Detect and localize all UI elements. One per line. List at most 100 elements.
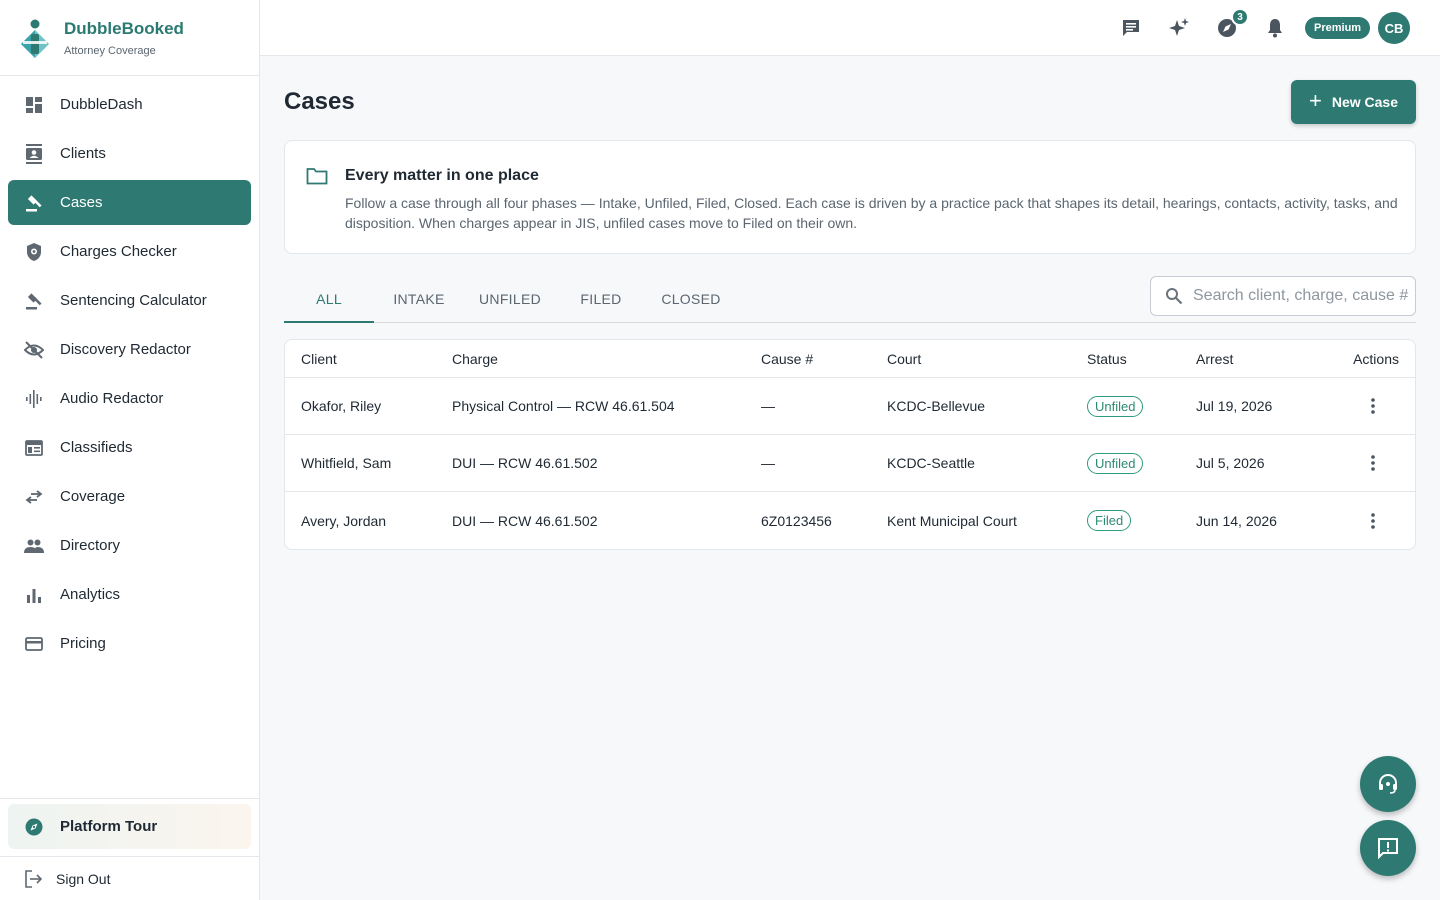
column-header-client[interactable]: Client — [301, 340, 337, 377]
sparkle-icon[interactable] — [1167, 16, 1191, 40]
arrest-cell: Jun 14, 2026 — [1196, 512, 1277, 529]
platform-tour-section: Platform Tour — [0, 798, 259, 849]
status-badge: Unfiled — [1087, 395, 1144, 417]
actions-cell — [1361, 435, 1399, 491]
platform-tour-button[interactable]: Platform Tour — [8, 804, 251, 849]
charge-cell: DUI — RCW 46.61.502 — [452, 512, 598, 529]
sidebar-item-label: Charges Checker — [60, 243, 177, 260]
sidebar-item-audio-redactor[interactable]: Audio Redactor — [8, 376, 251, 421]
feedback-icon — [1378, 838, 1398, 859]
gavel-icon — [24, 193, 44, 213]
status-cell: Filed — [1087, 492, 1132, 549]
logout-icon — [24, 869, 44, 889]
brand-name: DubbleBooked — [64, 18, 184, 38]
new-case-label: New Case — [1331, 94, 1398, 110]
sidebar-item-label: Sentencing Calculator — [60, 292, 207, 309]
more-vert-icon[interactable] — [1361, 451, 1385, 475]
swap-arrows-icon — [24, 487, 44, 507]
table-row[interactable]: Whitfield, Sam DUI — RCW 46.61.502 — KCD… — [285, 435, 1415, 492]
info-title: Every matter in one place — [345, 167, 539, 184]
sidebar-item-dubbledash[interactable]: DubbleDash — [8, 82, 251, 127]
search-icon — [1166, 288, 1183, 305]
feedback-chat-button[interactable] — [1360, 820, 1416, 876]
sign-out-label: Sign Out — [56, 870, 111, 887]
sidebar-item-sentencing-calculator[interactable]: Sentencing Calculator — [8, 278, 251, 323]
search-input[interactable] — [1193, 287, 1413, 305]
new-case-button[interactable]: + New Case — [1291, 80, 1416, 124]
sidebar-item-label: Audio Redactor — [60, 390, 164, 407]
support-headset-button[interactable] — [1360, 756, 1416, 812]
column-header-status[interactable]: Status — [1087, 340, 1127, 377]
tab-unfiled[interactable]: UNFILED — [465, 276, 555, 322]
table-row[interactable]: Okafor, Riley Physical Control — RCW 46.… — [285, 378, 1415, 435]
cases-table: Client Charge Cause # Court Status Arres… — [284, 339, 1416, 550]
cause-cell: 6Z0123456 — [761, 512, 832, 529]
people-icon — [24, 536, 44, 556]
status-cell: Unfiled — [1087, 435, 1144, 491]
sidebar-item-label: Analytics — [60, 586, 121, 603]
column-header-cause[interactable]: Cause # — [761, 340, 813, 377]
avatar[interactable]: CB — [1378, 12, 1410, 44]
chat-icon[interactable] — [1119, 16, 1143, 40]
sidebar-item-pricing[interactable]: Pricing — [8, 621, 251, 666]
credit-card-icon — [24, 634, 44, 654]
arrest-cell: Jul 5, 2026 — [1196, 455, 1265, 471]
sidebar-item-label: Directory — [60, 537, 121, 554]
bar-chart-icon — [24, 585, 44, 605]
tab-closed[interactable]: CLOSED — [646, 276, 736, 322]
client-cell: Whitfield, Sam — [301, 455, 392, 471]
bell-icon[interactable] — [1263, 16, 1287, 40]
brand[interactable]: DubbleBooked Attorney Coverage — [0, 0, 259, 76]
column-header-arrest[interactable]: Arrest — [1196, 340, 1233, 377]
sidebar-item-clients[interactable]: Clients — [8, 131, 251, 176]
sidebar-item-label: Coverage — [60, 488, 126, 505]
charge-cell: Physical Control — RCW 46.61.504 — [452, 398, 675, 414]
sign-out-button[interactable]: Sign Out — [0, 856, 259, 900]
column-header-court[interactable]: Court — [887, 340, 921, 377]
sidebar-nav: DubbleDash Clients Cases Charges Checker… — [0, 76, 259, 666]
sidebar-item-discovery-redactor[interactable]: Discovery Redactor — [8, 327, 251, 372]
notification-count-badge: 3 — [1231, 8, 1249, 26]
info-card: Every matter in one place Follow a case … — [284, 140, 1416, 254]
info-body: Follow a case through all four phases — … — [345, 195, 1398, 231]
case-phase-tabs: ALL INTAKE UNFILED FILED CLOSED — [284, 276, 1416, 323]
cause-cell: — — [761, 455, 775, 471]
sidebar: DubbleBooked Attorney Coverage DubbleDas… — [0, 0, 260, 900]
column-header-charge[interactable]: Charge — [452, 340, 498, 377]
sidebar-item-label: Classifieds — [60, 439, 133, 456]
status-badge: Filed — [1087, 510, 1132, 531]
brand-logo-icon — [21, 19, 49, 58]
explore-compass-icon[interactable]: 3 — [1215, 8, 1249, 40]
more-vert-icon[interactable] — [1361, 394, 1385, 418]
status-cell: Unfiled — [1087, 378, 1144, 434]
status-badge: Unfiled — [1087, 452, 1144, 474]
sidebar-item-cases[interactable]: Cases — [8, 180, 251, 225]
sidebar-item-coverage[interactable]: Coverage — [8, 474, 251, 519]
platform-tour-label: Platform Tour — [60, 818, 158, 835]
table-header: Client Charge Cause # Court Status Arres… — [285, 340, 1415, 378]
tab-intake[interactable]: INTAKE — [374, 276, 464, 322]
court-cell: KCDC-Bellevue — [887, 398, 986, 414]
dashboard-icon — [24, 95, 44, 115]
tab-filed[interactable]: FILED — [556, 276, 646, 322]
charge-cell: DUI — RCW 46.61.502 — [452, 455, 598, 471]
sidebar-item-classifieds[interactable]: Classifieds — [8, 425, 251, 470]
eye-off-icon — [24, 340, 44, 360]
actions-cell — [1361, 492, 1399, 549]
actions-cell — [1361, 378, 1399, 434]
contact-card-icon — [24, 143, 44, 164]
premium-badge[interactable]: Premium — [1305, 17, 1371, 39]
sidebar-item-label: DubbleDash — [60, 96, 143, 113]
sidebar-item-label: Clients — [60, 145, 106, 162]
tab-all[interactable]: ALL — [284, 276, 374, 323]
plus-icon: + — [1308, 88, 1322, 113]
folder-icon — [306, 168, 328, 185]
sidebar-item-analytics[interactable]: Analytics — [8, 572, 251, 617]
table-row[interactable]: Avery, Jordan DUI — RCW 46.61.502 6Z0123… — [285, 492, 1415, 549]
sidebar-item-directory[interactable]: Directory — [8, 523, 251, 568]
column-header-actions: Actions — [1353, 350, 1399, 367]
more-vert-icon[interactable] — [1361, 509, 1385, 533]
sidebar-item-charges-checker[interactable]: Charges Checker — [8, 229, 251, 274]
brand-subtitle: Attorney Coverage — [64, 44, 156, 57]
listing-icon — [24, 438, 44, 458]
